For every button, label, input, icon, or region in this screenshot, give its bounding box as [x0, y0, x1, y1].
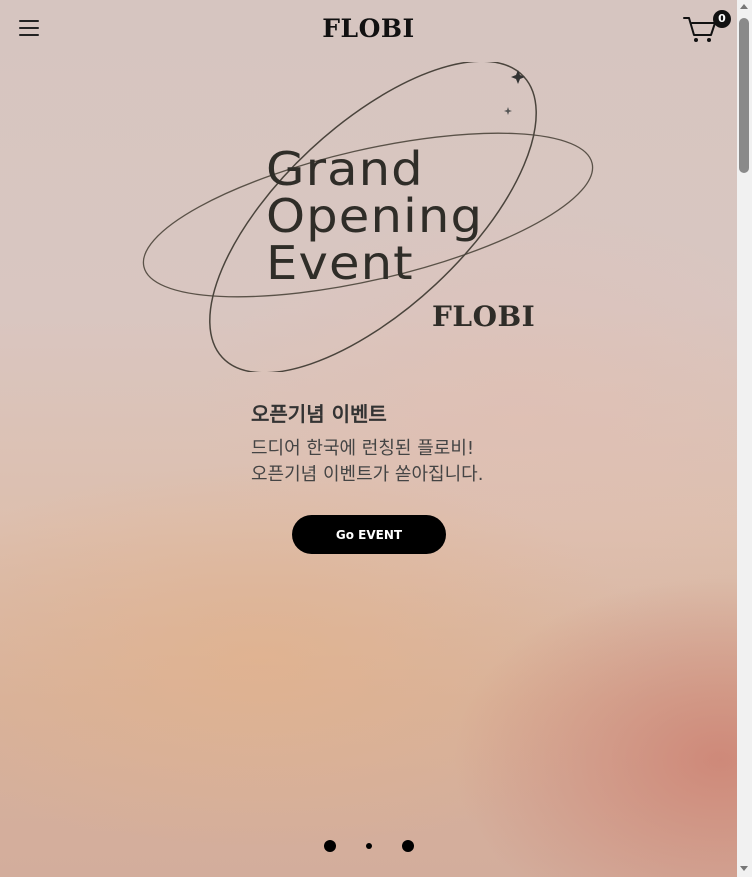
go-event-button[interactable]: Go EVENT: [292, 515, 446, 554]
sparkle-icon-small: [504, 107, 512, 115]
cart-count-badge: 0: [713, 10, 731, 28]
scroll-up-arrow-icon[interactable]: [740, 4, 748, 9]
cart-button[interactable]: 0: [683, 10, 731, 48]
event-heading: 오픈기념 이벤트: [251, 402, 387, 426]
site-logo[interactable]: FLOBI: [0, 14, 737, 43]
hero-title-line: Opening: [266, 189, 484, 243]
slider-dot-2[interactable]: [366, 843, 372, 849]
hero-title-line: Grand: [266, 142, 424, 196]
page: FLOBI 0 Grand Opening Event FLOBI 오픈기념 이…: [0, 0, 737, 877]
slider-dot-3[interactable]: [402, 840, 414, 852]
event-description-line: 드디어 한국에 런칭된 플로비!: [251, 438, 475, 459]
hero-title-line: Event: [266, 236, 414, 290]
scroll-down-arrow-icon[interactable]: [740, 866, 748, 871]
hero-title: Grand Opening Event: [266, 146, 483, 287]
event-description-line: 오픈기념 이벤트가 쏟아집니다.: [251, 464, 484, 485]
slider-dot-1[interactable]: [324, 840, 336, 852]
scrollbar-thumb[interactable]: [739, 18, 749, 173]
hero-brand-mark: FLOBI: [432, 300, 536, 333]
shopping-cart-icon: [683, 17, 716, 42]
vertical-scrollbar[interactable]: [737, 0, 752, 877]
event-description: 드디어 한국에 런칭된 플로비! 오픈기념 이벤트가 쏟아집니다.: [251, 436, 483, 488]
sparkle-icon: [511, 70, 525, 84]
